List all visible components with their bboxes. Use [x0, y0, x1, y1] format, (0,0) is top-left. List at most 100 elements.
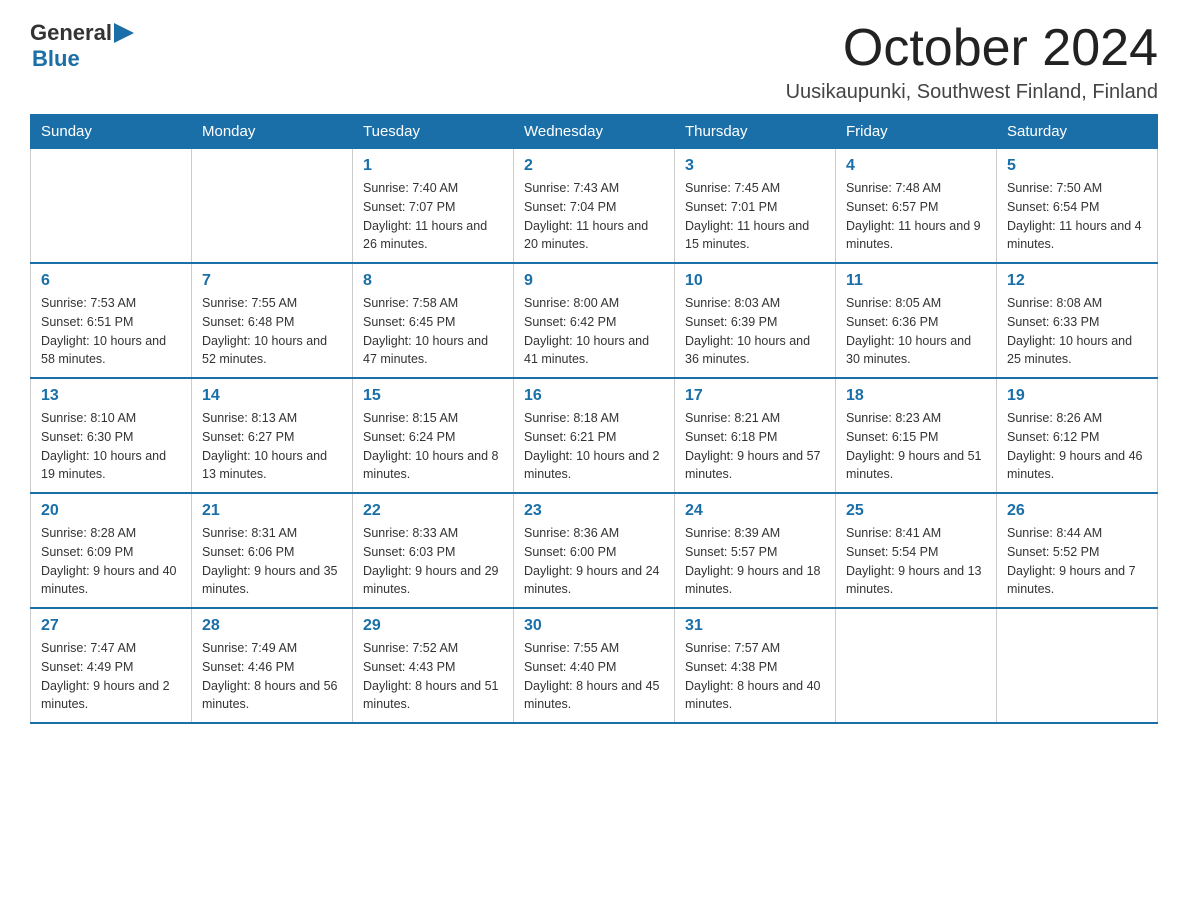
- day-info: Sunrise: 8:21 AMSunset: 6:18 PMDaylight:…: [685, 409, 825, 484]
- calendar-cell: 23 Sunrise: 8:36 AMSunset: 6:00 PMDayligh…: [514, 493, 675, 608]
- day-number: 6: [41, 272, 181, 290]
- day-number: 20: [41, 502, 181, 520]
- day-info: Sunrise: 8:08 AMSunset: 6:33 PMDaylight:…: [1007, 294, 1147, 369]
- calendar-cell: 17 Sunrise: 8:21 AMSunset: 6:18 PMDayligh…: [675, 378, 836, 493]
- day-number: 26: [1007, 502, 1147, 520]
- weekday-header-tuesday: Tuesday: [353, 115, 514, 149]
- calendar-cell: 4 Sunrise: 7:48 AMSunset: 6:57 PMDaylight…: [836, 149, 997, 264]
- calendar-cell: 24 Sunrise: 8:39 AMSunset: 5:57 PMDayligh…: [675, 493, 836, 608]
- calendar-cell: 9 Sunrise: 8:00 AMSunset: 6:42 PMDaylight…: [514, 263, 675, 378]
- calendar-cell: 28 Sunrise: 7:49 AMSunset: 4:46 PMDayligh…: [192, 608, 353, 723]
- calendar-cell: 21 Sunrise: 8:31 AMSunset: 6:06 PMDayligh…: [192, 493, 353, 608]
- day-number: 22: [363, 502, 503, 520]
- calendar-cell: 19Sunrise: 8:26 AMSunset: 6:12 PMDayligh…: [997, 378, 1158, 493]
- logo-general-text: General: [30, 20, 112, 46]
- day-info: Sunrise: 8:28 AMSunset: 6:09 PMDaylight:…: [41, 524, 181, 599]
- week-row-1: 6 Sunrise: 7:53 AMSunset: 6:51 PMDaylight…: [31, 263, 1158, 378]
- calendar-cell: 2 Sunrise: 7:43 AMSunset: 7:04 PMDaylight…: [514, 149, 675, 264]
- day-info: Sunrise: 8:36 AMSunset: 6:00 PMDaylight:…: [524, 524, 664, 599]
- calendar-cell: 13 Sunrise: 8:10 AMSunset: 6:30 PMDayligh…: [31, 378, 192, 493]
- calendar-cell: [836, 608, 997, 723]
- week-row-4: 27 Sunrise: 7:47 AMSunset: 4:49 PMDayligh…: [31, 608, 1158, 723]
- calendar-cell: 8 Sunrise: 7:58 AMSunset: 6:45 PMDaylight…: [353, 263, 514, 378]
- day-number: 31: [685, 617, 825, 635]
- calendar-cell: 18 Sunrise: 8:23 AMSunset: 6:15 PMDayligh…: [836, 378, 997, 493]
- day-number: 16: [524, 387, 664, 405]
- day-number: 24: [685, 502, 825, 520]
- day-number: 9: [524, 272, 664, 290]
- calendar-cell: 30 Sunrise: 7:55 AMSunset: 4:40 PMDayligh…: [514, 608, 675, 723]
- calendar-cell: 10 Sunrise: 8:03 AMSunset: 6:39 PMDayligh…: [675, 263, 836, 378]
- calendar-cell: 3Sunrise: 7:45 AMSunset: 7:01 PMDaylight…: [675, 149, 836, 264]
- weekday-header-saturday: Saturday: [997, 115, 1158, 149]
- day-number: 28: [202, 617, 342, 635]
- day-info: Sunrise: 7:52 AMSunset: 4:43 PMDaylight:…: [363, 639, 503, 714]
- day-info: Sunrise: 7:43 AMSunset: 7:04 PMDaylight:…: [524, 179, 664, 254]
- calendar-cell: 7 Sunrise: 7:55 AMSunset: 6:48 PMDaylight…: [192, 263, 353, 378]
- calendar-cell: 12Sunrise: 8:08 AMSunset: 6:33 PMDayligh…: [997, 263, 1158, 378]
- day-number: 5: [1007, 157, 1147, 175]
- calendar-cell: 29 Sunrise: 7:52 AMSunset: 4:43 PMDayligh…: [353, 608, 514, 723]
- day-info: Sunrise: 7:40 AMSunset: 7:07 PMDaylight:…: [363, 179, 503, 254]
- day-number: 13: [41, 387, 181, 405]
- weekday-header-monday: Monday: [192, 115, 353, 149]
- calendar-table: SundayMondayTuesdayWednesdayThursdayFrid…: [30, 114, 1158, 724]
- location-title: Uusikaupunki, Southwest Finland, Finland: [786, 81, 1158, 104]
- day-info: Sunrise: 8:23 AMSunset: 6:15 PMDaylight:…: [846, 409, 986, 484]
- day-info: Sunrise: 7:48 AMSunset: 6:57 PMDaylight:…: [846, 179, 986, 254]
- day-number: 23: [524, 502, 664, 520]
- day-number: 21: [202, 502, 342, 520]
- weekday-header-thursday: Thursday: [675, 115, 836, 149]
- day-info: Sunrise: 8:39 AMSunset: 5:57 PMDaylight:…: [685, 524, 825, 599]
- day-number: 10: [685, 272, 825, 290]
- calendar-cell: 16 Sunrise: 8:18 AMSunset: 6:21 PMDayligh…: [514, 378, 675, 493]
- day-info: Sunrise: 8:13 AMSunset: 6:27 PMDaylight:…: [202, 409, 342, 484]
- day-number: 8: [363, 272, 503, 290]
- calendar-cell: 22 Sunrise: 8:33 AMSunset: 6:03 PMDayligh…: [353, 493, 514, 608]
- calendar-cell: 31Sunrise: 7:57 AMSunset: 4:38 PMDayligh…: [675, 608, 836, 723]
- day-number: 4: [846, 157, 986, 175]
- week-row-2: 13 Sunrise: 8:10 AMSunset: 6:30 PMDayligh…: [31, 378, 1158, 493]
- day-number: 1: [363, 157, 503, 175]
- day-number: 30: [524, 617, 664, 635]
- calendar-cell: [31, 149, 192, 264]
- day-info: Sunrise: 7:49 AMSunset: 4:46 PMDaylight:…: [202, 639, 342, 714]
- weekday-header-friday: Friday: [836, 115, 997, 149]
- calendar-cell: 15Sunrise: 8:15 AMSunset: 6:24 PMDayligh…: [353, 378, 514, 493]
- weekday-header-row: SundayMondayTuesdayWednesdayThursdayFrid…: [31, 115, 1158, 149]
- day-number: 29: [363, 617, 503, 635]
- day-info: Sunrise: 8:10 AMSunset: 6:30 PMDaylight:…: [41, 409, 181, 484]
- day-number: 7: [202, 272, 342, 290]
- calendar-cell: 6 Sunrise: 7:53 AMSunset: 6:51 PMDaylight…: [31, 263, 192, 378]
- week-row-0: 1 Sunrise: 7:40 AMSunset: 7:07 PMDaylight…: [31, 149, 1158, 264]
- day-info: Sunrise: 8:15 AMSunset: 6:24 PMDaylight:…: [363, 409, 503, 484]
- day-info: Sunrise: 7:45 AMSunset: 7:01 PMDaylight:…: [685, 179, 825, 254]
- day-info: Sunrise: 8:31 AMSunset: 6:06 PMDaylight:…: [202, 524, 342, 599]
- day-info: Sunrise: 8:33 AMSunset: 6:03 PMDaylight:…: [363, 524, 503, 599]
- calendar-cell: 5Sunrise: 7:50 AMSunset: 6:54 PMDaylight…: [997, 149, 1158, 264]
- logo-arrow-icon: [114, 22, 142, 44]
- calendar-cell: [997, 608, 1158, 723]
- day-info: Sunrise: 8:00 AMSunset: 6:42 PMDaylight:…: [524, 294, 664, 369]
- day-info: Sunrise: 7:58 AMSunset: 6:45 PMDaylight:…: [363, 294, 503, 369]
- day-info: Sunrise: 8:18 AMSunset: 6:21 PMDaylight:…: [524, 409, 664, 484]
- day-info: Sunrise: 7:47 AMSunset: 4:49 PMDaylight:…: [41, 639, 181, 714]
- calendar-cell: 26Sunrise: 8:44 AMSunset: 5:52 PMDayligh…: [997, 493, 1158, 608]
- logo: General Blue: [30, 20, 142, 72]
- day-info: Sunrise: 8:41 AMSunset: 5:54 PMDaylight:…: [846, 524, 986, 599]
- day-number: 27: [41, 617, 181, 635]
- calendar-cell: 25 Sunrise: 8:41 AMSunset: 5:54 PMDayligh…: [836, 493, 997, 608]
- calendar-cell: 20 Sunrise: 8:28 AMSunset: 6:09 PMDayligh…: [31, 493, 192, 608]
- title-section: October 2024 Uusikaupunki, Southwest Fin…: [786, 20, 1158, 104]
- day-number: 11: [846, 272, 986, 290]
- day-number: 18: [846, 387, 986, 405]
- calendar-cell: 1 Sunrise: 7:40 AMSunset: 7:07 PMDaylight…: [353, 149, 514, 264]
- day-info: Sunrise: 7:53 AMSunset: 6:51 PMDaylight:…: [41, 294, 181, 369]
- day-number: 25: [846, 502, 986, 520]
- day-number: 17: [685, 387, 825, 405]
- day-info: Sunrise: 8:03 AMSunset: 6:39 PMDaylight:…: [685, 294, 825, 369]
- day-number: 2: [524, 157, 664, 175]
- day-info: Sunrise: 7:55 AMSunset: 6:48 PMDaylight:…: [202, 294, 342, 369]
- day-info: Sunrise: 7:55 AMSunset: 4:40 PMDaylight:…: [524, 639, 664, 714]
- month-title: October 2024: [786, 20, 1158, 77]
